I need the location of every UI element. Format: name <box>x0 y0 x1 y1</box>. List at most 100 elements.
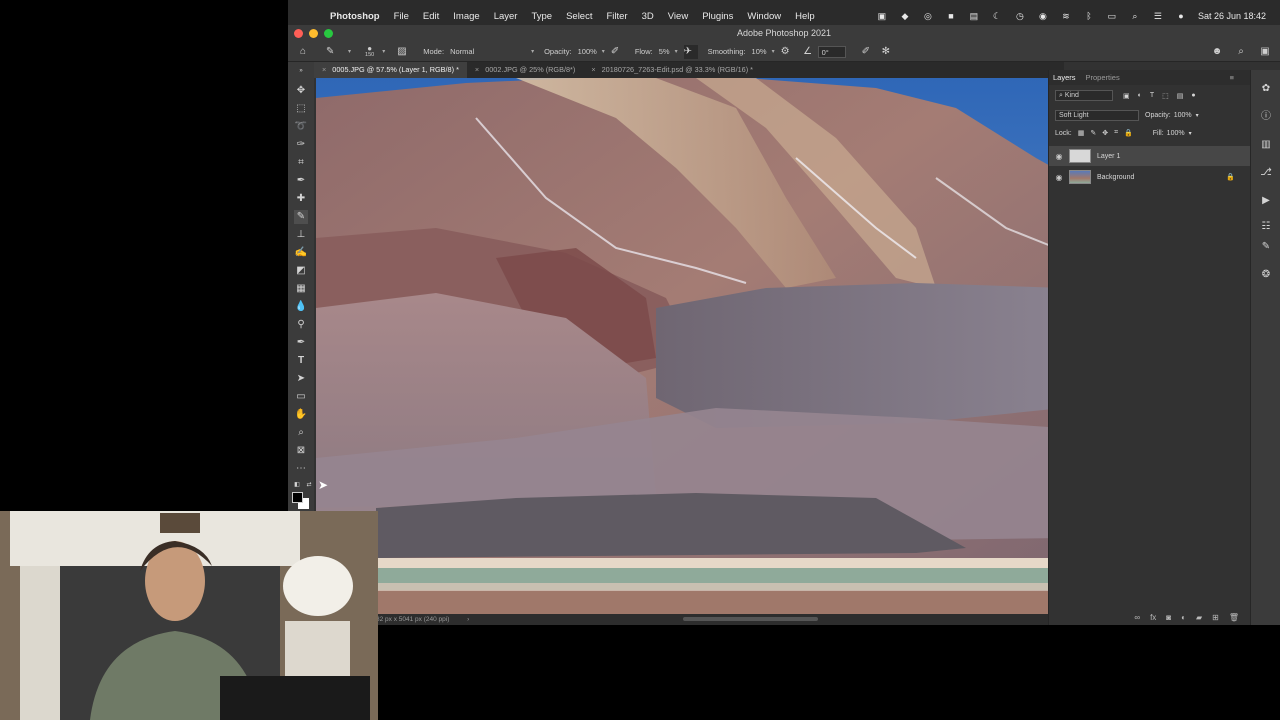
layer-style-icon[interactable]: fx <box>1150 613 1156 622</box>
move-tool-icon[interactable]: ✥ <box>294 84 308 98</box>
lock-position-icon[interactable]: ✥ <box>1102 129 1108 137</box>
search-icon[interactable]: ⌕ <box>1129 10 1141 22</box>
adjustments-panel-icon[interactable]: ☷ <box>1259 220 1273 234</box>
menubar-datetime[interactable]: Sat 26 Jun 18:42 <box>1198 11 1266 21</box>
layer-opacity-caret[interactable]: ▾ <box>1196 112 1199 119</box>
tab-document-3[interactable]: × 20180726_7263-Edit.psd @ 33.3% (RGB/16)… <box>583 62 761 78</box>
symmetry-icon[interactable]: ✻ <box>882 45 896 59</box>
gradient-tool-icon[interactable]: ▦ <box>294 282 308 296</box>
color-panel-icon[interactable]: ✿ <box>1259 82 1273 96</box>
layer-name[interactable]: Layer 1 <box>1097 153 1120 160</box>
maximize-window-button[interactable] <box>324 29 333 38</box>
lock-pixels-icon[interactable]: ✎ <box>1090 129 1096 137</box>
menu-type[interactable]: Type <box>531 11 552 22</box>
home-icon[interactable]: ⌂ <box>300 45 314 59</box>
moon-icon[interactable]: ☾ <box>991 10 1003 22</box>
mode-caret[interactable]: ▾ <box>531 48 534 55</box>
more-tools-icon[interactable]: ⋯ <box>294 462 308 476</box>
brush-size-preview[interactable]: ● 150 <box>365 44 374 58</box>
visibility-eye-icon[interactable]: ◉ <box>1049 173 1069 182</box>
menu-view[interactable]: View <box>668 11 688 22</box>
close-tab-icon[interactable]: × <box>591 65 595 74</box>
screen-record-icon[interactable]: ▣ <box>876 10 888 22</box>
angle-input[interactable]: 0° <box>817 45 846 58</box>
airbrush-icon[interactable]: ✈ <box>683 44 698 59</box>
brush-preset-caret[interactable]: ▾ <box>348 48 351 55</box>
brushes-panel-icon[interactable]: ✎ <box>1259 240 1273 254</box>
adjustment-layer-icon[interactable]: ◐ <box>1181 613 1186 622</box>
new-layer-icon[interactable]: ⊞ <box>1212 613 1219 622</box>
quick-select-tool-icon[interactable]: ✑ <box>294 138 308 152</box>
menu-edit[interactable]: Edit <box>423 11 439 22</box>
path-select-tool-icon[interactable]: ➤ <box>294 372 308 386</box>
close-tab-icon[interactable]: × <box>322 65 326 74</box>
layer-name[interactable]: Background <box>1097 174 1134 181</box>
crop-tool-icon[interactable]: ⌗ <box>294 156 308 170</box>
swap-colors-icon[interactable]: ⇄ <box>302 478 316 492</box>
history-brush-tool-icon[interactable]: ✍ <box>294 246 308 260</box>
battery-icon[interactable]: ▭ <box>1106 10 1118 22</box>
paths-panel-icon[interactable]: ⎇ <box>1259 166 1273 180</box>
layer-opacity-input[interactable]: 100% <box>1174 112 1192 119</box>
mode-select[interactable]: Normal <box>447 45 530 58</box>
menu-select[interactable]: Select <box>566 11 592 22</box>
flow-input[interactable]: 5% <box>655 45 673 58</box>
smoothing-input[interactable]: 10% <box>748 45 770 58</box>
lock-all-icon[interactable]: 🔒 <box>1124 129 1133 137</box>
opacity-caret[interactable]: ▾ <box>602 48 605 55</box>
filter-pixel-icon[interactable]: ▣ <box>1123 92 1130 100</box>
link-layers-icon[interactable]: ∞ <box>1134 613 1140 622</box>
delete-layer-icon[interactable]: 🗑 <box>1229 613 1239 622</box>
marquee-tool-icon[interactable]: ⬚ <box>294 102 308 116</box>
smoothing-caret[interactable]: ▾ <box>772 48 775 55</box>
actions-panel-icon[interactable]: ▶ <box>1259 194 1273 208</box>
tab-properties[interactable]: Properties <box>1086 73 1120 82</box>
new-group-icon[interactable]: ▰ <box>1196 613 1202 622</box>
time-machine-icon[interactable]: ◷ <box>1014 10 1026 22</box>
eyedropper-tool-icon[interactable]: ✒ <box>294 174 308 188</box>
add-mask-icon[interactable]: ◙ <box>1166 613 1171 622</box>
menu-layer[interactable]: Layer <box>494 11 518 22</box>
tab-document-2[interactable]: × 0002.JPG @ 25% (RGB/8*) <box>467 62 583 78</box>
siri-icon[interactable]: ● <box>1175 10 1187 22</box>
close-tab-icon[interactable]: × <box>475 65 479 74</box>
pen-tool-icon[interactable]: ✒ <box>294 336 308 350</box>
menu-plugins[interactable]: Plugins <box>702 11 733 22</box>
eraser-tool-icon[interactable]: ◩ <box>294 264 308 278</box>
info-panel-icon[interactable]: ⓘ <box>1259 110 1273 124</box>
visibility-eye-icon[interactable]: ◉ <box>1049 152 1069 161</box>
hand-tool-icon[interactable]: ✋ <box>294 408 308 422</box>
minimize-window-button[interactable] <box>309 29 318 38</box>
status-arrow-icon[interactable]: › <box>467 616 469 623</box>
filter-shape-icon[interactable]: ⬚ <box>1162 92 1169 100</box>
panel-menu-icon[interactable]: ≡ <box>1230 73 1234 82</box>
lock-transparent-icon[interactable]: ▦ <box>1078 129 1085 137</box>
dropbox-icon[interactable]: ◆ <box>899 10 911 22</box>
menu-file[interactable]: File <box>394 11 409 22</box>
menu-window[interactable]: Window <box>747 11 781 22</box>
pressure-size-icon[interactable]: ✐ <box>862 45 876 59</box>
horizontal-scrollbar[interactable] <box>683 617 818 621</box>
kind-filter-select[interactable]: ⌕ Kind <box>1055 90 1113 101</box>
zoom-tool-icon[interactable]: ⌕ <box>294 426 308 440</box>
bluetooth-icon[interactable]: ᛒ <box>1083 10 1095 22</box>
filter-toggle-icon[interactable]: ● <box>1191 92 1195 99</box>
search-icon[interactable]: ⌕ <box>1234 45 1248 59</box>
opacity-input[interactable]: 100% <box>574 45 600 58</box>
tab-layers[interactable]: Layers <box>1053 73 1076 82</box>
rectangle-tool-icon[interactable]: ▭ <box>294 390 308 404</box>
layer-row-layer-1[interactable]: ◉ Layer 1 <box>1049 146 1251 166</box>
control-center-icon[interactable]: ☰ <box>1152 10 1164 22</box>
healing-tool-icon[interactable]: ✚ <box>294 192 308 206</box>
brush-size-caret[interactable]: ▾ <box>382 48 385 55</box>
histogram-panel-icon[interactable]: ▥ <box>1259 138 1273 152</box>
tab-document-1[interactable]: × 0005.JPG @ 57.5% (Layer 1, RGB/8) * <box>314 62 467 78</box>
menu-image[interactable]: Image <box>453 11 479 22</box>
pressure-opacity-icon[interactable]: ✐ <box>611 45 625 59</box>
display-icon[interactable]: ▤ <box>968 10 980 22</box>
stamp-tool-icon[interactable]: ⊥ <box>294 228 308 242</box>
foreground-color-swatch[interactable] <box>292 492 303 503</box>
creative-cloud-icon[interactable]: ◎ <box>922 10 934 22</box>
workspace-icon[interactable]: ▣ <box>1258 45 1272 59</box>
close-window-button[interactable] <box>294 29 303 38</box>
